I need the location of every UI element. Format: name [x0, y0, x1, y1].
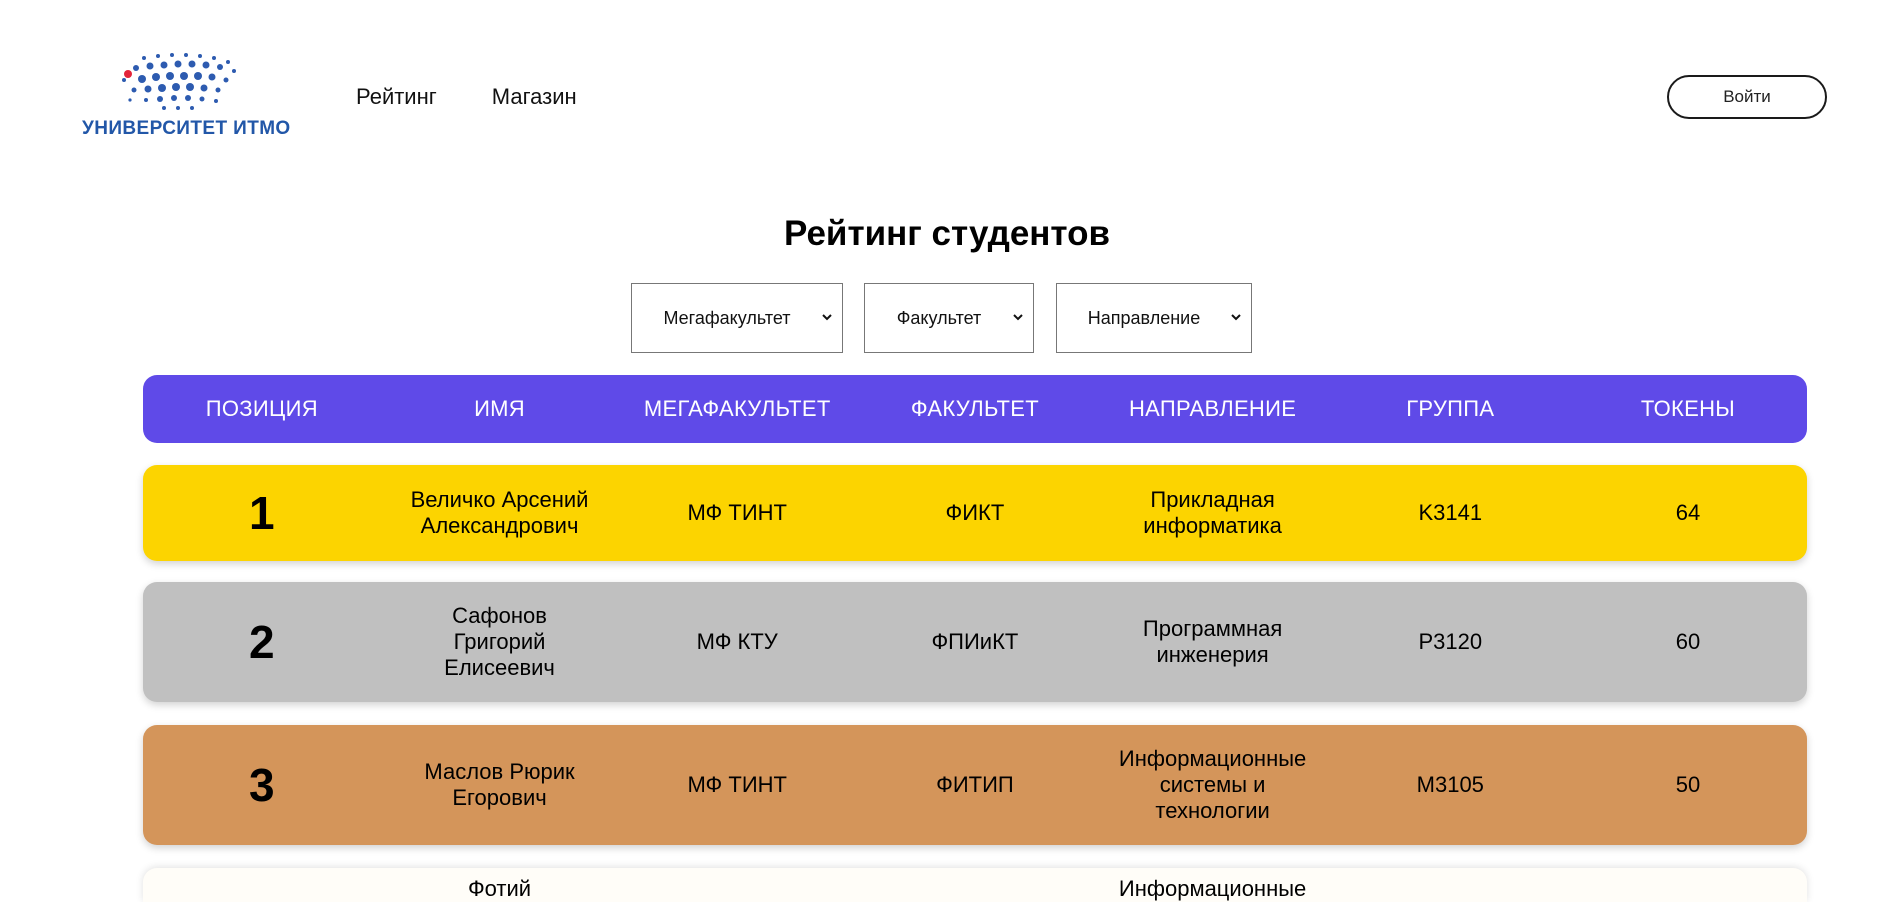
row-megafaculty: МФ КТУ	[696, 629, 778, 654]
row-direction: Программная инженерия	[1142, 616, 1283, 667]
row-name: Маслов Рюрик Егорович	[424, 759, 575, 810]
row-direction: Информационные системы и технологии	[1118, 746, 1307, 823]
table-row: 3 Маслов Рюрик Егорович МФ ТИНТ ФИТИП Ин…	[143, 725, 1807, 845]
chevron-down-icon	[1013, 314, 1023, 321]
row-position: 1	[249, 487, 275, 539]
row-tokens: 64	[1675, 500, 1701, 525]
row-megafaculty: МФ ТИНТ	[687, 500, 787, 525]
nav-link-rating[interactable]: Рейтинг	[356, 84, 437, 110]
row-faculty: ФПИиКТ	[931, 629, 1019, 654]
column-header-tokens: ТОКЕНЫ	[1640, 396, 1736, 421]
row-tokens: 60	[1675, 629, 1701, 654]
column-header-group: ГРУППА	[1406, 396, 1495, 421]
row-group: P3120	[1418, 629, 1483, 654]
row-group: K3141	[1418, 500, 1483, 525]
row-position: 2	[249, 616, 275, 668]
column-header-faculty: ФАКУЛЬТЕТ	[910, 396, 1039, 421]
table-row: 1 Величко Арсений Александрович МФ ТИНТ …	[143, 465, 1807, 561]
row-faculty: ФИТИП	[936, 772, 1014, 797]
column-header-megafaculty: МЕГАФАКУЛЬТЕТ	[643, 396, 831, 421]
header: УНИВЕРСИТЕТ ИТМО Рейтинг Магазин Войти	[0, 0, 1894, 180]
row-group: M3105	[1416, 772, 1484, 797]
row-tokens: 50	[1675, 772, 1701, 797]
row-direction: Прикладная информатика	[1143, 487, 1282, 538]
table-row: 2 Сафонов Григорий Елисеевич МФ КТУ ФПИи…	[143, 582, 1807, 702]
row-position: 3	[249, 759, 275, 811]
logo-dots-icon	[122, 53, 236, 110]
row-direction: Информационные	[1118, 876, 1307, 901]
row-faculty: ФИКТ	[945, 500, 1005, 525]
logo-text: УНИВЕРСИТЕТ ИТМО	[82, 118, 291, 139]
itmo-logo[interactable]: УНИВЕРСИТЕТ ИТМО	[80, 50, 300, 145]
column-header-direction: НАПРАВЛЕНИЕ	[1128, 396, 1297, 421]
faculty-select-value: Факультет	[896, 307, 982, 328]
megafaculty-select[interactable]: Мегафакультет	[631, 283, 843, 353]
chevron-down-icon	[822, 314, 832, 321]
row-name: Сафонов Григорий Елисеевич	[444, 603, 555, 680]
direction-select[interactable]: Направление	[1056, 283, 1252, 353]
faculty-select[interactable]: Факультет	[864, 283, 1034, 353]
row-name: Величко Арсений Александрович	[410, 487, 589, 538]
table-header: ПОЗИЦИЯ ИМЯ МЕГАФАКУЛЬТЕТ ФАКУЛЬТЕТ НАПР…	[143, 375, 1807, 443]
login-button[interactable]: Войти	[1667, 75, 1827, 119]
row-megafaculty: МФ ТИНТ	[687, 772, 787, 797]
main-nav: Рейтинг Магазин	[356, 84, 577, 110]
direction-select-value: Направление	[1087, 307, 1201, 328]
column-header-position: ПОЗИЦИЯ	[205, 396, 318, 421]
page-title: Рейтинг студентов	[783, 214, 1111, 253]
table-row: Фотий Информационные	[143, 868, 1807, 902]
row-name: Фотий	[467, 876, 532, 901]
megafaculty-select-value: Мегафакультет	[663, 307, 791, 328]
chevron-down-icon	[1231, 314, 1241, 321]
column-header-name: ИМЯ	[474, 396, 525, 421]
nav-link-shop[interactable]: Магазин	[492, 84, 577, 110]
